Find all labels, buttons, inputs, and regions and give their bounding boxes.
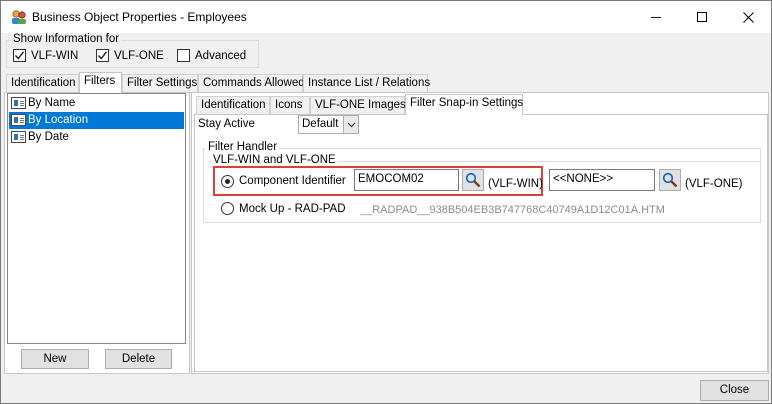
vlf-win-suffix: (VLF-WIN) bbox=[488, 178, 543, 190]
vlf-win-component-input[interactable]: EMOCOM02 bbox=[354, 169, 459, 191]
subtab-icons[interactable]: Icons bbox=[270, 96, 310, 115]
component-identifier-label: Component Identifier bbox=[239, 175, 346, 187]
check-icon bbox=[14, 51, 25, 60]
vlf-one-checkbox[interactable] bbox=[96, 49, 109, 62]
tab-commands-allowed[interactable]: Commands Allowed bbox=[198, 74, 305, 93]
maximize-icon bbox=[697, 12, 707, 22]
subtab-vlf-one-images[interactable]: VLF-ONE Images bbox=[310, 96, 406, 115]
tab-instance-list-relations[interactable]: Instance List / Relations bbox=[303, 74, 430, 93]
vlf-win-component-value: EMOCOM02 bbox=[358, 173, 424, 185]
advanced-checkbox[interactable] bbox=[177, 49, 190, 62]
filters-list[interactable]: By Name By Location By Date bbox=[7, 93, 186, 344]
list-item[interactable]: By Location bbox=[9, 112, 184, 129]
tab-identification[interactable]: Identification bbox=[6, 74, 79, 93]
vlf-win-label: VLF-WIN bbox=[31, 50, 79, 62]
advanced-label: Advanced bbox=[195, 50, 247, 62]
list-item-label: By Location bbox=[28, 114, 89, 126]
vlf-one-search-button[interactable] bbox=[659, 169, 681, 191]
filter-icon bbox=[11, 97, 26, 109]
tab-filter-settings[interactable]: Filter Settings bbox=[122, 74, 198, 93]
list-item[interactable]: By Date bbox=[9, 129, 184, 146]
list-item-label: By Date bbox=[28, 131, 69, 143]
minimize-button[interactable] bbox=[633, 1, 679, 33]
subtab-filter-snapin-settings[interactable]: Filter Snap-in Settings bbox=[405, 94, 523, 115]
component-identifier-radio[interactable] bbox=[221, 175, 234, 188]
properties-window: Business Object Properties - Employees S… bbox=[0, 0, 772, 404]
mock-up-radpad-label: Mock Up - RAD-PAD bbox=[239, 203, 346, 215]
check-icon bbox=[97, 51, 108, 60]
subtab-identification[interactable]: Identification bbox=[196, 96, 270, 115]
show-info-title: Show Information for bbox=[11, 33, 122, 45]
close-button[interactable]: Close bbox=[700, 380, 769, 401]
vlf-one-component-value: <<NONE>> bbox=[553, 173, 614, 185]
app-icon bbox=[10, 9, 28, 25]
list-item-label: By Name bbox=[28, 97, 76, 109]
vlf-one-component-input[interactable]: <<NONE>> bbox=[549, 169, 655, 191]
mock-up-radpad-value: __RADPAD__938B504EB3B747768C40749A1D12C0… bbox=[360, 204, 665, 216]
search-icon bbox=[465, 172, 481, 188]
vlf-win-search-button[interactable] bbox=[462, 169, 484, 191]
search-icon bbox=[662, 172, 678, 188]
vlf-one-label: VLF-ONE bbox=[114, 50, 164, 62]
stay-active-label: Stay Active bbox=[198, 118, 255, 130]
filter-handler-title: Filter Handler bbox=[206, 141, 280, 153]
minimize-icon bbox=[651, 16, 661, 18]
filter-icon bbox=[11, 131, 26, 143]
close-window-button[interactable] bbox=[725, 1, 771, 33]
vlf-subgroup-title: VLF-WIN and VLF-ONE bbox=[211, 154, 338, 166]
filter-icon bbox=[11, 114, 26, 126]
stay-active-select[interactable]: Default bbox=[298, 115, 359, 134]
tab-filters[interactable]: Filters bbox=[79, 72, 122, 93]
vlf-win-checkbox[interactable] bbox=[13, 49, 26, 62]
vlf-one-suffix: (VLF-ONE) bbox=[685, 178, 743, 190]
mock-up-radpad-radio[interactable] bbox=[221, 202, 234, 215]
close-icon bbox=[742, 11, 754, 23]
panel-splitter[interactable] bbox=[189, 93, 192, 374]
list-item[interactable]: By Name bbox=[9, 95, 184, 112]
maximize-button[interactable] bbox=[679, 1, 725, 33]
stay-active-value: Default bbox=[302, 118, 339, 130]
window-title: Business Object Properties - Employees bbox=[32, 10, 247, 24]
chevron-down-icon[interactable] bbox=[343, 116, 358, 133]
new-button[interactable]: New bbox=[21, 349, 89, 369]
delete-button[interactable]: Delete bbox=[105, 349, 172, 369]
title-bar: Business Object Properties - Employees bbox=[1, 1, 771, 33]
